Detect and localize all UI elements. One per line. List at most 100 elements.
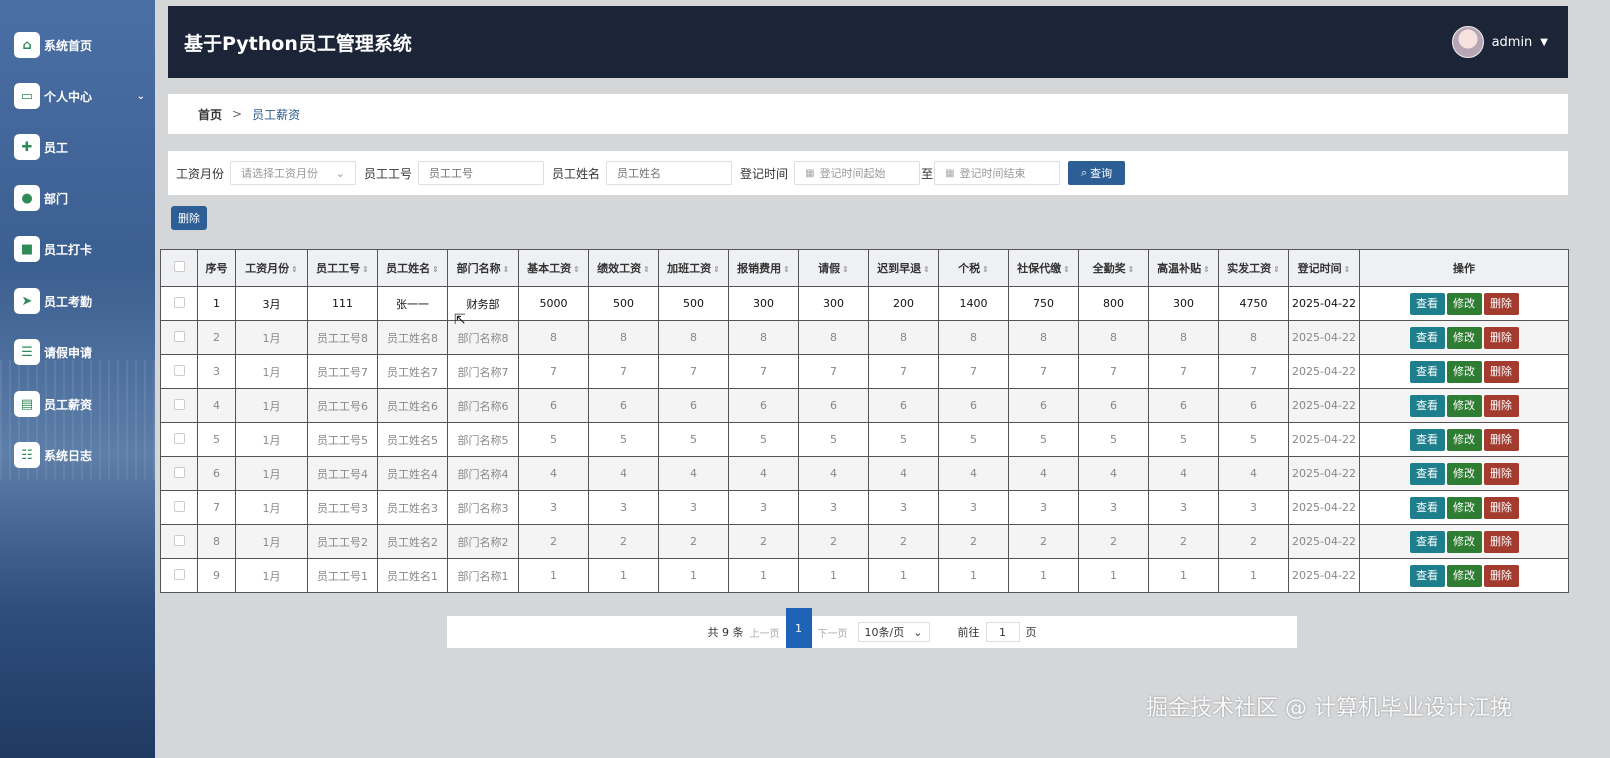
column-header[interactable]: 全勤奖 ⇕ <box>1078 249 1149 287</box>
emp-no-input[interactable] <box>418 161 545 185</box>
prev-page-button[interactable]: 上一页 <box>750 625 780 640</box>
sidebar-item-leave[interactable]: ☰ 请假申请 <box>14 338 149 366</box>
row-select-cell[interactable] <box>160 524 198 559</box>
sort-icon[interactable]: ⇕ <box>643 265 650 274</box>
view-button[interactable]: 查看 <box>1409 496 1445 519</box>
row-checkbox[interactable] <box>173 466 185 478</box>
current-page-button[interactable]: 1 <box>785 608 812 648</box>
column-header[interactable]: 部门名称 ⇕ <box>447 249 519 287</box>
breadcrumb-home[interactable]: 首页 <box>198 106 222 123</box>
column-header[interactable]: 绩效工资 ⇕ <box>588 249 659 287</box>
end-date-input[interactable]: ▦ 登记时间结束 <box>934 161 1061 185</box>
sort-icon[interactable]: ⇕ <box>1063 265 1070 274</box>
sidebar-item-salary[interactable]: ▤ 员工薪资 <box>14 390 149 418</box>
select-all-cell[interactable] <box>160 249 198 287</box>
edit-button[interactable]: 修改 <box>1446 428 1482 451</box>
delete-button[interactable]: 删除 <box>1483 530 1519 553</box>
view-button[interactable]: 查看 <box>1409 530 1445 553</box>
select-all-checkbox[interactable] <box>173 261 185 272</box>
column-header[interactable]: 登记时间 ⇕ <box>1288 249 1360 287</box>
row-select-cell[interactable] <box>160 490 198 525</box>
edit-button[interactable]: 修改 <box>1446 496 1482 519</box>
delete-button[interactable]: 删除 <box>1483 360 1519 383</box>
salary-month-select[interactable]: 请选择工资月份 ⌄ <box>230 161 357 185</box>
delete-button[interactable]: 删除 <box>1483 564 1519 587</box>
sidebar-item-personal-center[interactable]: ▭ 个人中心 ⌄ <box>14 82 149 110</box>
edit-button[interactable]: 修改 <box>1446 360 1482 383</box>
sort-icon[interactable]: ⇕ <box>923 265 930 274</box>
view-button[interactable]: 查看 <box>1409 462 1445 485</box>
row-checkbox[interactable] <box>173 296 185 308</box>
row-select-cell[interactable] <box>160 286 198 321</box>
sort-icon[interactable]: ⇕ <box>713 265 720 274</box>
sidebar-item-attendance[interactable]: ➤ 员工考勤 <box>14 287 149 315</box>
edit-button[interactable]: 修改 <box>1446 564 1482 587</box>
delete-button[interactable]: 删除 <box>1483 496 1519 519</box>
user-menu[interactable]: admin ▼ <box>1451 26 1548 58</box>
column-header[interactable]: 社保代缴 ⇕ <box>1008 249 1079 287</box>
sort-icon[interactable]: ⇕ <box>291 265 298 274</box>
edit-button[interactable]: 修改 <box>1446 292 1482 315</box>
row-select-cell[interactable] <box>160 558 198 593</box>
sort-icon[interactable]: ⇕ <box>783 265 790 274</box>
row-checkbox[interactable] <box>173 500 185 512</box>
column-header[interactable]: 加班工资 ⇕ <box>658 249 729 287</box>
row-select-cell[interactable] <box>160 456 198 491</box>
row-checkbox[interactable] <box>173 432 185 444</box>
edit-button[interactable]: 修改 <box>1446 462 1482 485</box>
row-checkbox[interactable] <box>173 364 185 376</box>
sidebar-item-log[interactable]: ☷ 系统日志 <box>14 441 149 469</box>
column-header[interactable]: 报销费用 ⇕ <box>728 249 799 287</box>
sort-icon[interactable]: ⇕ <box>842 265 849 274</box>
view-button[interactable]: 查看 <box>1409 428 1445 451</box>
delete-button[interactable]: 删除 <box>1483 462 1519 485</box>
sort-icon[interactable]: ⇕ <box>1344 265 1351 274</box>
batch-delete-button[interactable]: 删除 <box>171 206 207 230</box>
sort-icon[interactable]: ⇕ <box>432 265 439 274</box>
sort-icon[interactable]: ⇕ <box>1273 265 1280 274</box>
column-header[interactable]: 迟到早退 ⇕ <box>868 249 939 287</box>
sort-icon[interactable]: ⇕ <box>982 265 989 274</box>
query-button[interactable]: ⌕ 查询 <box>1068 161 1126 185</box>
row-select-cell[interactable] <box>160 320 198 355</box>
start-date-input[interactable]: ▦ 登记时间起始 <box>794 161 921 185</box>
column-header[interactable]: 基本工资 ⇕ <box>518 249 589 287</box>
edit-button[interactable]: 修改 <box>1446 326 1482 349</box>
column-header[interactable]: 序号 <box>197 249 236 287</box>
page-size-select[interactable]: 10条/页 ⌄ <box>857 622 930 642</box>
column-header[interactable]: 员工姓名 ⇕ <box>377 249 448 287</box>
emp-name-input[interactable] <box>606 161 733 185</box>
row-checkbox[interactable] <box>173 568 185 580</box>
column-header[interactable]: 高温补贴 ⇕ <box>1148 249 1219 287</box>
edit-button[interactable]: 修改 <box>1446 530 1482 553</box>
sidebar-item-employee[interactable]: ✚ 员工 <box>14 133 149 161</box>
row-checkbox[interactable] <box>173 330 185 342</box>
view-button[interactable]: 查看 <box>1409 564 1445 587</box>
view-button[interactable]: 查看 <box>1409 394 1445 417</box>
column-header[interactable]: 实发工资 ⇕ <box>1218 249 1289 287</box>
view-button[interactable]: 查看 <box>1409 360 1445 383</box>
row-select-cell[interactable] <box>160 388 198 423</box>
column-header[interactable]: 员工工号 ⇕ <box>307 249 378 287</box>
row-select-cell[interactable] <box>160 422 198 457</box>
view-button[interactable]: 查看 <box>1409 326 1445 349</box>
edit-button[interactable]: 修改 <box>1446 394 1482 417</box>
sort-icon[interactable]: ⇕ <box>362 265 369 274</box>
column-header[interactable]: 工资月份 ⇕ <box>235 249 308 287</box>
sort-icon[interactable]: ⇕ <box>573 265 580 274</box>
delete-button[interactable]: 删除 <box>1483 292 1519 315</box>
goto-page-input[interactable]: 1 <box>985 622 1020 642</box>
row-checkbox[interactable] <box>173 534 185 546</box>
row-select-cell[interactable] <box>160 354 198 389</box>
column-header[interactable]: 请假 ⇕ <box>798 249 869 287</box>
row-checkbox[interactable] <box>173 398 185 410</box>
sidebar-item-department[interactable]: ● 部门 <box>14 184 149 212</box>
next-page-button[interactable]: 下一页 <box>818 625 848 640</box>
delete-button[interactable]: 删除 <box>1483 326 1519 349</box>
sort-icon[interactable]: ⇕ <box>503 265 510 274</box>
delete-button[interactable]: 删除 <box>1483 394 1519 417</box>
view-button[interactable]: 查看 <box>1409 292 1445 315</box>
sidebar-item-clock-in[interactable]: ■ 员工打卡 <box>14 235 149 263</box>
sort-icon[interactable]: ⇕ <box>1128 265 1135 274</box>
column-header[interactable]: 个税 ⇕ <box>938 249 1009 287</box>
